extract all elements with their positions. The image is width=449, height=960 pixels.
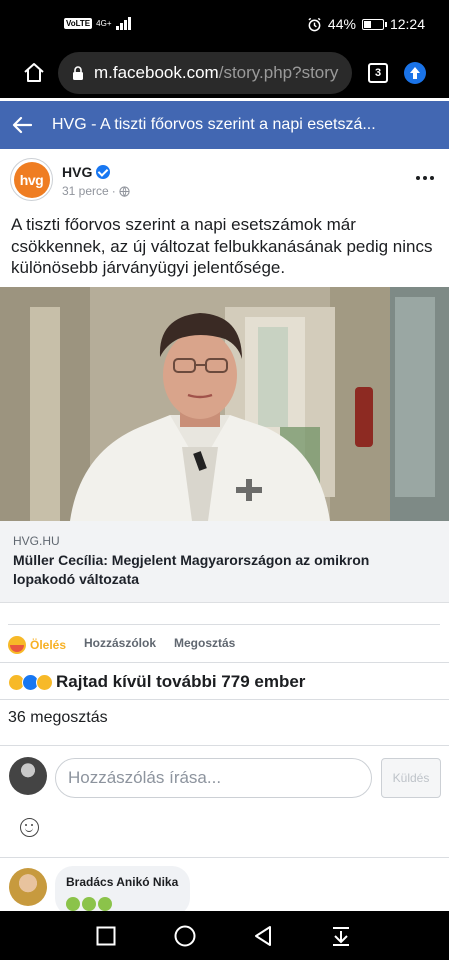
reaction-button[interactable]: Ölelés: [8, 636, 66, 654]
globe-icon: [119, 185, 130, 197]
commenter-avatar[interactable]: [9, 868, 47, 906]
battery-icon: [361, 18, 387, 30]
more-options-icon[interactable]: [416, 176, 434, 180]
system-status: 44% 12:24: [307, 16, 425, 32]
lock-icon: [73, 65, 83, 80]
link-preview[interactable]: HVG.HU Müller Cecília: Megjelent Magyaro…: [0, 521, 449, 603]
signal-icon: [115, 16, 131, 30]
network-type: 4G+: [96, 18, 112, 28]
post-author[interactable]: HVG: [62, 164, 111, 180]
home-nav-icon[interactable]: [173, 924, 197, 948]
post-image[interactable]: [0, 287, 449, 521]
reactions-text: Rajtad kívül további 779 ember: [56, 672, 306, 691]
meta-separator: ·: [111, 184, 116, 198]
recent-apps-icon[interactable]: [96, 926, 116, 946]
page-header: HVG - A tiszti főorvos szerint a napi es…: [0, 101, 449, 149]
verified-badge-icon: [96, 165, 111, 179]
hug-reaction-icon: [8, 636, 26, 654]
nauseated-face-icon: [82, 897, 96, 911]
post-meta: 31 perce ·: [62, 184, 130, 198]
send-button[interactable]: Küldés: [381, 758, 441, 798]
reaction-icons: [8, 673, 53, 691]
url-host: m.facebook.com: [94, 63, 219, 82]
hide-nav-icon[interactable]: [330, 925, 352, 947]
share-button[interactable]: Megosztás: [174, 636, 235, 650]
back-arrow-icon[interactable]: [12, 116, 32, 134]
browser-toolbar: m.facebook.com/story.php?story 3: [0, 50, 449, 98]
post-time[interactable]: 31 perce: [62, 184, 109, 198]
comment-emoji-row: [66, 897, 112, 911]
page-avatar[interactable]: hvg: [10, 158, 53, 201]
clock: 12:24: [389, 16, 425, 32]
volte-badge: VoLTE: [64, 17, 93, 29]
url-bar[interactable]: m.facebook.com/story.php?story: [58, 52, 352, 94]
wow-reaction-icon: [36, 673, 53, 691]
divider: [0, 745, 449, 746]
alarm-icon: [308, 17, 321, 31]
home-icon[interactable]: [22, 61, 46, 85]
nauseated-face-icon: [66, 897, 80, 911]
status-bar: VoLTE 4G+ 44% 12:24: [0, 0, 449, 50]
reaction-label: Ölelés: [30, 638, 67, 652]
divider: [0, 857, 449, 858]
comment-button[interactable]: Hozzászólok: [84, 636, 156, 650]
network-status: VoLTE 4G+: [64, 16, 131, 30]
link-title: Müller Cecília: Megjelent Magyarországon…: [13, 552, 370, 587]
battery-percent: 44%: [327, 16, 356, 32]
tabs-icon[interactable]: 3: [368, 63, 388, 83]
divider: [8, 624, 440, 625]
divider: [0, 662, 449, 663]
link-domain: HVG.HU: [13, 534, 60, 548]
reactions-summary[interactable]: Rajtad kívül további 779 ember: [8, 672, 305, 692]
back-nav-icon[interactable]: [253, 925, 273, 947]
share-count[interactable]: 36 megosztás: [8, 709, 108, 727]
comment-author[interactable]: Bradács Anikó Nika: [66, 875, 178, 889]
page-title: HVG - A tiszti főorvos szerint a napi es…: [52, 116, 376, 133]
current-user-avatar: [9, 757, 47, 795]
post-text: A tiszti főorvos szerint a napi esetszám…: [11, 215, 433, 277]
url-path: /story.php?story: [218, 63, 339, 82]
update-icon[interactable]: [404, 62, 426, 84]
nauseated-face-icon: [98, 897, 112, 911]
divider: [0, 699, 449, 700]
comment-input[interactable]: [55, 758, 372, 798]
system-nav-bar: [0, 911, 449, 960]
page-name[interactable]: HVG: [62, 164, 92, 180]
hvg-logo: hvg: [13, 161, 50, 198]
emoji-picker-icon[interactable]: [20, 818, 39, 837]
